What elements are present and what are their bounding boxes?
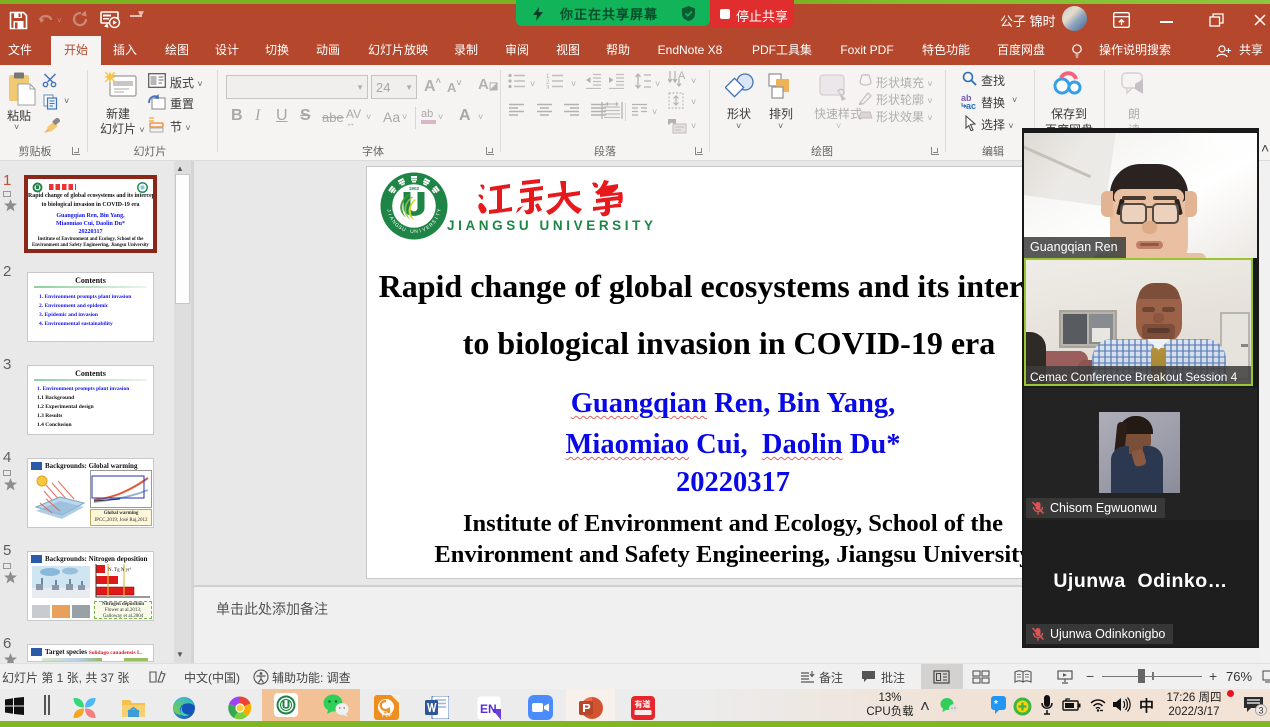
svg-text:PDF: PDF xyxy=(382,713,392,719)
svg-text:N. Tg N yr¹: N. Tg N yr¹ xyxy=(108,567,132,573)
svg-text:*: * xyxy=(994,699,998,710)
svg-text:有道: 有道 xyxy=(635,699,651,709)
svg-text:ac: ac xyxy=(966,101,976,110)
svg-text:3: 3 xyxy=(1259,706,1264,716)
svg-text:3: 3 xyxy=(546,86,550,90)
svg-text:EN: EN xyxy=(480,702,497,716)
svg-text:1902: 1902 xyxy=(409,186,420,191)
